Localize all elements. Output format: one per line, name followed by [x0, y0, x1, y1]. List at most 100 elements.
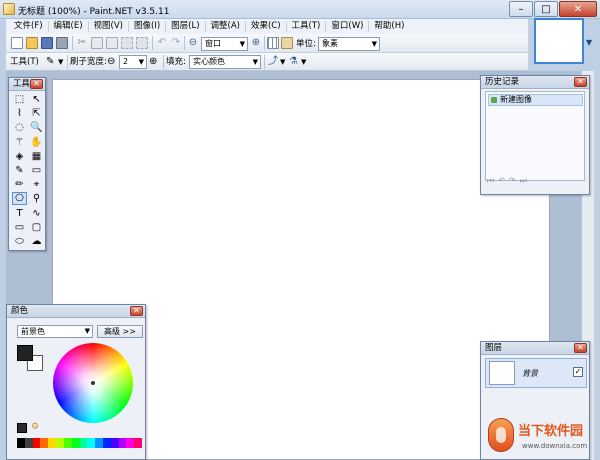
palette-swatch[interactable]: [87, 438, 96, 448]
chevron-down-icon[interactable]: ▼: [280, 56, 285, 68]
ellipse-icon[interactable]: ⬭: [12, 235, 27, 248]
rectangle-icon[interactable]: ▭: [12, 221, 27, 234]
palette-swatch[interactable]: [126, 438, 135, 448]
palette-swatch[interactable]: [40, 438, 49, 448]
minimize-button[interactable]: –: [509, 1, 533, 17]
image-thumbnail[interactable]: [534, 18, 584, 64]
rectangle-select-icon[interactable]: ⬚: [12, 93, 27, 106]
move-selection-outline-icon[interactable]: ⇱: [29, 107, 44, 120]
menu-file[interactable]: 文件(F): [9, 21, 49, 32]
units-label: 单位:: [296, 39, 316, 49]
history-item[interactable]: 新建图像: [488, 94, 583, 106]
text-icon[interactable]: T: [12, 207, 27, 220]
tools-panel-title: 工具: [13, 79, 31, 89]
deselect-icon[interactable]: [136, 37, 148, 49]
paint-bucket-icon[interactable]: ◈: [12, 150, 27, 163]
redo-icon[interactable]: ↷: [170, 37, 182, 49]
antialiasing-icon[interactable]: ⤴: [268, 56, 280, 68]
close-icon[interactable]: ✕: [130, 306, 143, 316]
brush-width-minus-icon[interactable]: ⊖: [107, 56, 115, 68]
menu-adjustments[interactable]: 调整(A): [206, 21, 246, 32]
palette-swatch[interactable]: [118, 438, 127, 448]
eraser-icon[interactable]: ▭: [29, 164, 44, 177]
pan-icon[interactable]: ✋: [29, 136, 44, 149]
chevron-down-icon[interactable]: ▼: [58, 56, 63, 68]
redo-icon[interactable]: ↷: [509, 176, 520, 185]
units-select[interactable]: 象素 ▼: [318, 37, 380, 51]
clone-stamp-icon[interactable]: ⎔: [12, 192, 27, 206]
magic-wand-icon[interactable]: ⚚: [12, 136, 27, 149]
close-button[interactable]: ✕: [559, 1, 597, 17]
history-last-icon[interactable]: ⏭: [520, 176, 531, 185]
tool-label[interactable]: 工具(T): [10, 56, 39, 68]
new-icon[interactable]: [11, 37, 23, 49]
ruler-icon[interactable]: [281, 37, 293, 49]
palette-swatch[interactable]: [56, 438, 64, 448]
color-mode-select[interactable]: 前景色 ▼: [17, 325, 93, 338]
close-icon[interactable]: ✕: [574, 343, 587, 353]
zoom-out-icon[interactable]: ⊖: [187, 37, 199, 49]
palette-swatch[interactable]: [102, 438, 111, 448]
layer-row[interactable]: 背景 ✓: [485, 358, 587, 388]
palette-swatch[interactable]: [17, 438, 25, 448]
gradient-icon[interactable]: ▦: [29, 150, 44, 163]
open-icon[interactable]: [26, 37, 38, 49]
crop-icon[interactable]: [121, 37, 133, 49]
menu-effects[interactable]: 效果(C): [246, 21, 287, 32]
menu-edit[interactable]: 编辑(E): [49, 21, 89, 32]
save-icon[interactable]: [41, 37, 53, 49]
blend-mode-icon[interactable]: ⚗: [289, 56, 301, 68]
palette-swatch[interactable]: [134, 438, 142, 448]
brush-width-plus-icon[interactable]: ⊕: [149, 56, 157, 68]
chevron-down-icon[interactable]: ▼: [301, 56, 306, 68]
more-colors-button[interactable]: 高级 >>: [97, 325, 143, 338]
fill-select[interactable]: 实心颜色 ▼: [189, 55, 261, 69]
menu-image[interactable]: 图像(I): [129, 21, 167, 32]
copy-icon[interactable]: [91, 37, 103, 49]
paintbrush-icon[interactable]: ✎: [12, 164, 27, 177]
print-icon[interactable]: [56, 37, 68, 49]
close-icon[interactable]: ✕: [30, 79, 43, 89]
ellipse-select-icon[interactable]: ◌: [12, 121, 27, 134]
palette-swatch[interactable]: [110, 438, 119, 448]
line-curve-icon[interactable]: ∿: [29, 207, 44, 220]
palette-swatch[interactable]: [24, 438, 33, 448]
palette-menu-icon[interactable]: ⚙: [31, 422, 39, 432]
menu-layers[interactable]: 图层(L): [166, 21, 206, 32]
cut-icon[interactable]: ✂: [76, 37, 88, 49]
paste-icon[interactable]: [106, 37, 118, 49]
lasso-select-icon[interactable]: ⌇: [12, 107, 27, 120]
menu-window[interactable]: 窗口(W): [326, 21, 370, 32]
menu-tools[interactable]: 工具(T): [287, 21, 327, 32]
close-icon[interactable]: ✕: [574, 77, 587, 87]
grid-icon[interactable]: [267, 37, 279, 49]
menu-view[interactable]: 视图(V): [89, 21, 129, 32]
brush-tool-icon[interactable]: ✎: [46, 56, 58, 68]
primary-color-swatch[interactable]: [17, 345, 33, 361]
freeform-shape-icon[interactable]: ☁: [29, 235, 44, 248]
zoom-in-icon[interactable]: ⊕: [250, 37, 262, 49]
color-picker-icon[interactable]: ⌖: [29, 178, 44, 191]
undo-icon[interactable]: ↶: [498, 176, 509, 185]
undo-icon[interactable]: ↶: [156, 37, 168, 49]
move-selection-icon[interactable]: ↖: [29, 93, 44, 106]
color-wheel[interactable]: [53, 343, 133, 423]
palette-swatch[interactable]: [48, 438, 57, 448]
chevron-down-icon[interactable]: ▼: [586, 38, 592, 47]
rounded-rectangle-icon[interactable]: ▢: [29, 221, 44, 234]
history-first-icon[interactable]: ⏮: [487, 176, 498, 185]
palette-swatch[interactable]: [63, 438, 72, 448]
layer-visibility-checkbox[interactable]: ✓: [573, 367, 583, 377]
palette-swatch[interactable]: [71, 438, 80, 448]
zoom-select[interactable]: 窗口 ▼: [201, 37, 248, 51]
recolor-icon[interactable]: ⚲: [29, 192, 44, 205]
reset-colors-icon[interactable]: [17, 423, 27, 433]
maximize-button[interactable]: □: [534, 1, 558, 17]
brush-width-select[interactable]: 2 ▼: [119, 55, 147, 69]
palette-swatch[interactable]: [79, 438, 88, 448]
pencil-icon[interactable]: ✏: [12, 178, 27, 191]
zoom-icon[interactable]: 🔍: [29, 121, 44, 134]
palette-swatch[interactable]: [95, 438, 103, 448]
menu-help[interactable]: 帮助(H): [369, 21, 409, 32]
palette-swatch[interactable]: [32, 438, 41, 448]
